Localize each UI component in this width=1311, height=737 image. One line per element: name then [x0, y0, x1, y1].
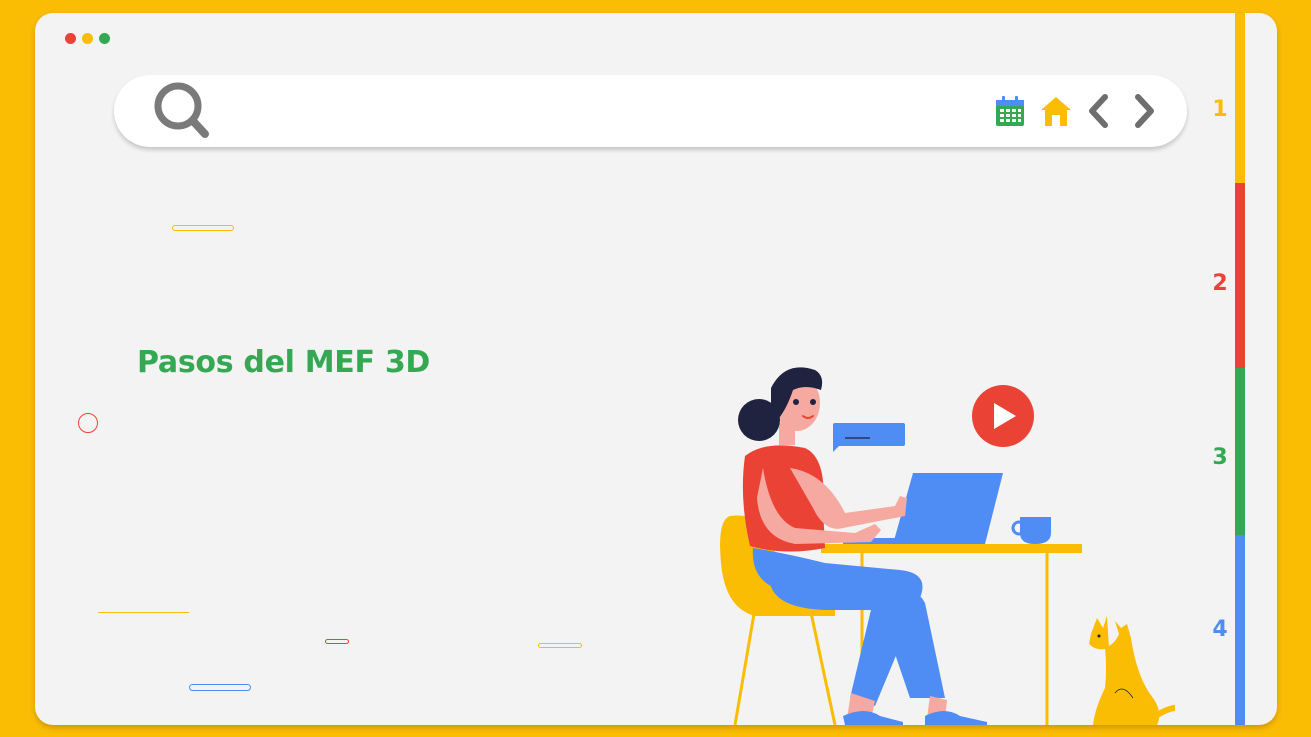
chevron-left-icon[interactable]: [1082, 93, 1118, 129]
page-title: Pasos del MEF 3D: [137, 345, 431, 380]
play-button-icon[interactable]: [972, 385, 1034, 447]
chevron-right-icon[interactable]: [1125, 93, 1161, 129]
tab-2[interactable]: 2: [1195, 271, 1245, 296]
search-icon[interactable]: [152, 81, 212, 141]
deco-dash: [189, 684, 251, 691]
woman-legs: [752, 548, 987, 725]
woman-torso: [742, 445, 907, 552]
cat: [1089, 616, 1175, 725]
chat-bubble-icon: [833, 423, 905, 452]
minimize-dot[interactable]: [82, 33, 93, 44]
woman-laptop-illustration: [720, 367, 1175, 725]
deco-dash: [325, 639, 349, 644]
tab-4[interactable]: 4: [1195, 617, 1245, 642]
search-bar[interactable]: [114, 75, 1187, 147]
window-controls: [65, 33, 110, 44]
calendar-icon[interactable]: [992, 93, 1028, 129]
coffee-cup: [1011, 517, 1051, 544]
tab-1[interactable]: 1: [1195, 97, 1245, 122]
close-dot[interactable]: [65, 33, 76, 44]
deco-line: [98, 612, 189, 613]
deco-dash: [538, 643, 582, 648]
browser-window: 1 2 3 4 Pasos del MEF 3D: [35, 13, 1277, 725]
woman-head: [738, 367, 823, 445]
deco-circle: [78, 413, 98, 433]
tab-3[interactable]: 3: [1195, 445, 1245, 470]
deco-dash: [172, 225, 234, 231]
maximize-dot[interactable]: [99, 33, 110, 44]
home-icon[interactable]: [1038, 93, 1074, 129]
